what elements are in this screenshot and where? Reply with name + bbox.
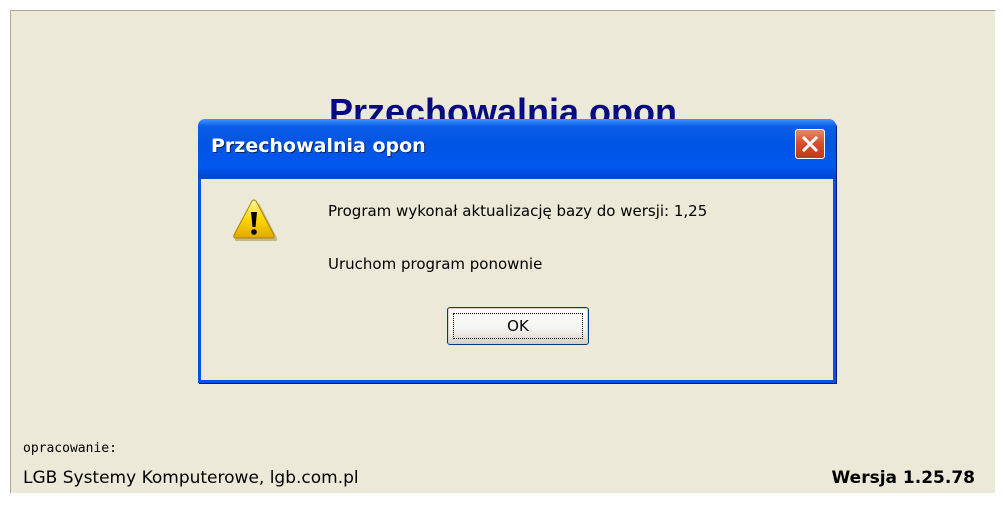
credits-label: opracowanie: xyxy=(23,441,117,456)
dialog-body: Program wykonał aktualizację bazy do wer… xyxy=(201,179,833,380)
close-button[interactable] xyxy=(795,129,825,159)
ok-button[interactable]: OK xyxy=(447,307,589,345)
warning-icon xyxy=(233,199,278,241)
version-label: Wersja 1.25.78 xyxy=(831,468,975,488)
close-icon xyxy=(802,136,818,152)
dialog-titlebar[interactable]: Przechowalnia opon xyxy=(198,119,836,179)
ok-button-label: OK xyxy=(453,313,583,339)
credits-company: LGB Systemy Komputerowe, lgb.com.pl xyxy=(23,468,359,488)
message-dialog: Przechowalnia opon Program wykonał aktua… xyxy=(198,119,836,383)
dialog-title: Przechowalnia opon xyxy=(211,135,426,157)
message-instruction: Uruchom program ponownie xyxy=(328,255,543,273)
message-text: Program wykonał aktualizację bazy do wer… xyxy=(328,202,708,220)
